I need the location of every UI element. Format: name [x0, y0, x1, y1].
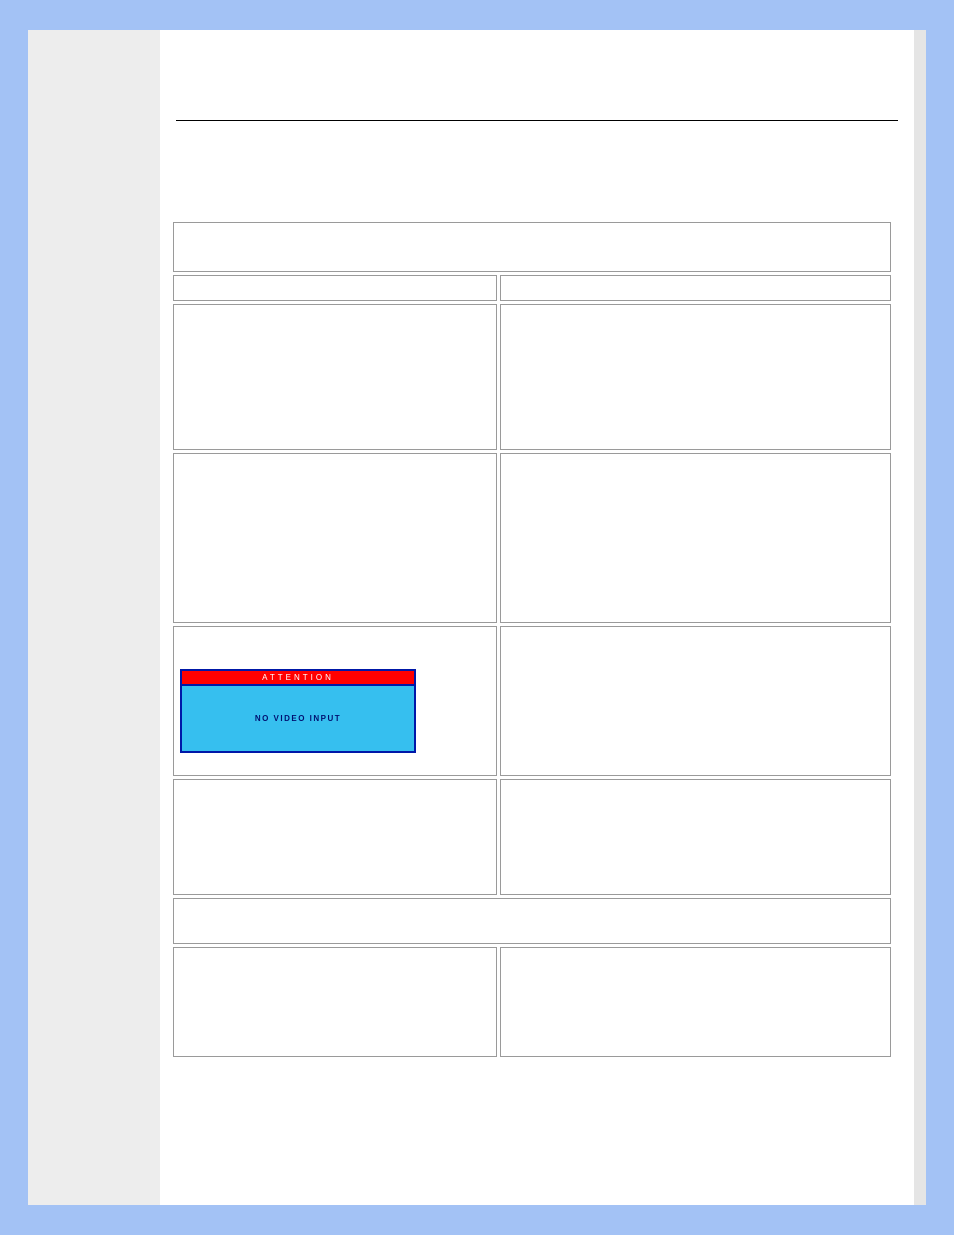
table-cell — [173, 275, 497, 301]
table-cell — [500, 275, 891, 301]
page-wrap: ATTENTION NO VIDEO INPUT — [28, 30, 926, 1205]
content-area: ATTENTION NO VIDEO INPUT — [160, 30, 914, 1205]
table-row — [173, 304, 891, 450]
table-cell — [500, 453, 891, 623]
table-row — [173, 453, 891, 623]
table-cell — [173, 898, 891, 944]
table-row — [173, 898, 891, 944]
main-table: ATTENTION NO VIDEO INPUT — [170, 219, 894, 1060]
title-area — [170, 40, 904, 120]
table-cell — [173, 947, 497, 1057]
scrollbar[interactable] — [914, 30, 926, 1205]
no-video-widget: ATTENTION NO VIDEO INPUT — [180, 669, 416, 753]
spacer — [170, 121, 904, 219]
table-row: ATTENTION NO VIDEO INPUT — [173, 626, 891, 776]
table-cell — [500, 626, 891, 776]
table-cell — [173, 222, 891, 272]
table-cell — [500, 304, 891, 450]
table-cell — [173, 779, 497, 895]
no-video-body: NO VIDEO INPUT — [182, 686, 414, 751]
table-cell — [500, 947, 891, 1057]
sidebar — [28, 30, 160, 1205]
no-video-header: ATTENTION — [182, 671, 414, 686]
table-row — [173, 275, 891, 301]
table-cell — [173, 304, 497, 450]
table-row — [173, 222, 891, 272]
table-row — [173, 779, 891, 895]
table-cell: ATTENTION NO VIDEO INPUT — [173, 626, 497, 776]
table-cell — [500, 779, 891, 895]
table-cell — [173, 453, 497, 623]
table-row — [173, 947, 891, 1057]
